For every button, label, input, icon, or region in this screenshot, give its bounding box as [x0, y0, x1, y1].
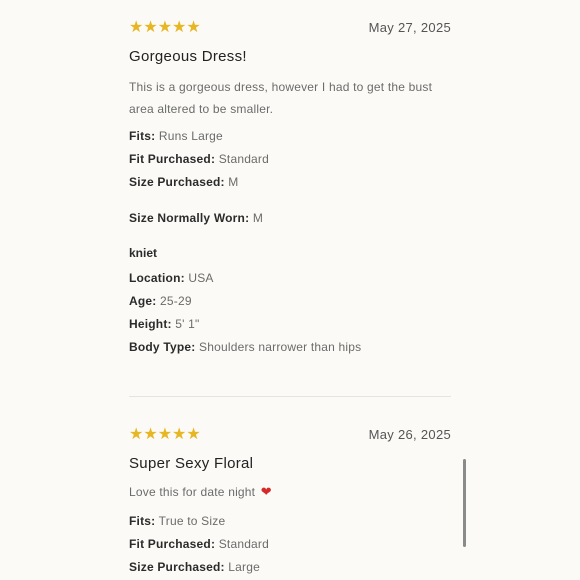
fit-purchased-value: Standard: [218, 152, 270, 166]
review-title: Super Sexy Floral: [129, 455, 254, 472]
size-purchased-field: Size Purchased: M: [129, 173, 238, 191]
fit-purchased-label: Fit Purchased:: [129, 152, 216, 166]
location-label: Location:: [129, 271, 185, 285]
age-label: Age:: [129, 294, 157, 308]
body-type-value: Shoulders narrower than hips: [199, 340, 362, 354]
star-rating: ★★★★★: [129, 426, 201, 443]
body-type-label: Body Type:: [129, 340, 196, 354]
review-divider: [129, 396, 451, 397]
review-title: Gorgeous Dress!: [129, 48, 247, 65]
fit-purchased-label: Fit Purchased:: [129, 537, 216, 551]
heart-icon: ❤: [260, 484, 272, 499]
review-header: ★★★★★ May 27, 2025: [129, 18, 451, 38]
review-text: This is a gorgeous dress, however I had …: [129, 80, 433, 116]
height-value: 5' 1": [175, 317, 200, 331]
height-label: Height:: [129, 317, 172, 331]
size-normally-worn-field: Size Normally Worn: M: [129, 209, 263, 227]
size-purchased-field: Size Purchased: Large: [129, 558, 260, 576]
size-normally-worn-label: Size Normally Worn:: [129, 211, 250, 225]
fit-purchased-value: Standard: [218, 537, 270, 551]
review-header: ★★★★★ May 26, 2025: [129, 425, 451, 445]
star-rating: ★★★★★: [129, 19, 201, 36]
scrollbar-thumb[interactable]: [463, 459, 466, 547]
reviewer-username: kniet: [129, 246, 158, 260]
age-value: 25-29: [160, 294, 192, 308]
age-field: Age: 25-29: [129, 292, 192, 310]
review-date: May 27, 2025: [368, 20, 451, 35]
fit-purchased-field: Fit Purchased: Standard: [129, 535, 269, 553]
size-purchased-value: M: [228, 175, 239, 189]
height-field: Height: 5' 1": [129, 315, 200, 333]
location-field: Location: USA: [129, 269, 214, 287]
review-text-row: Love this for date night ❤: [129, 481, 451, 503]
review-date: May 26, 2025: [368, 427, 451, 442]
review-text: Love this for date night: [129, 485, 256, 499]
size-purchased-label: Size Purchased:: [129, 560, 225, 574]
body-type-field: Body Type: Shoulders narrower than hips: [129, 338, 361, 356]
size-normally-worn-value: M: [252, 211, 264, 225]
fit-purchased-field: Fit Purchased: Standard: [129, 150, 269, 168]
fits-value: Runs Large: [158, 129, 223, 143]
location-value: USA: [188, 271, 214, 285]
size-purchased-value: Large: [228, 560, 260, 574]
fits-label: Fits:: [129, 514, 156, 528]
size-purchased-label: Size Purchased:: [129, 175, 225, 189]
fits-value: True to Size: [158, 514, 226, 528]
reviews-page: ★★★★★ May 27, 2025 Gorgeous Dress! This …: [0, 0, 580, 580]
fits-label: Fits:: [129, 129, 156, 143]
fits-field: Fits: Runs Large: [129, 127, 223, 145]
fits-field: Fits: True to Size: [129, 512, 225, 530]
